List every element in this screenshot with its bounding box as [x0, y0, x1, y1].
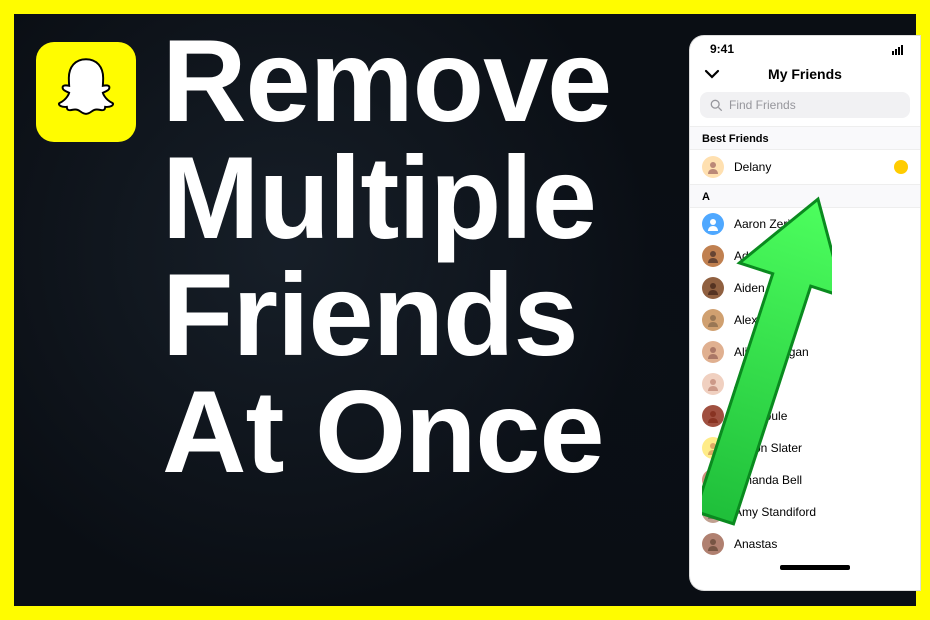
search-icon [710, 99, 723, 112]
friend-row[interactable]: Amy Standiford [690, 496, 920, 528]
avatar [702, 437, 724, 459]
friend-row[interactable]: Allie [690, 368, 920, 400]
thumbnail-frame: Remove Multiple Friends At Once 9:41 My … [0, 0, 930, 620]
friend-name: Amy Standiford [734, 505, 816, 519]
search-placeholder: Find Friends [729, 98, 796, 112]
friend-row[interactable]: Adam McDonald [690, 240, 920, 272]
avatar [702, 213, 724, 235]
friend-name: Allie [734, 377, 757, 391]
friend-name: Adam McDonald [734, 249, 823, 263]
friend-row[interactable]: Ally Soule [690, 400, 920, 432]
friend-row[interactable]: Alston Slater [690, 432, 920, 464]
friend-row[interactable]: Aiden Munez [690, 272, 920, 304]
status-time: 9:41 [710, 42, 734, 56]
back-chevron-icon[interactable] [704, 68, 720, 84]
friend-name: Aiden Munez [734, 281, 804, 295]
friend-row[interactable]: Alison Brogan [690, 336, 920, 368]
best-friend-badge-icon [894, 160, 908, 174]
avatar [702, 501, 724, 523]
avatar [702, 405, 724, 427]
friend-row[interactable]: Amanda Bell [690, 464, 920, 496]
search-input[interactable]: Find Friends [700, 92, 910, 118]
friend-name: Delany [734, 160, 771, 174]
avatar [702, 309, 724, 331]
avatar [702, 373, 724, 395]
friend-name: Anastas [734, 537, 777, 551]
section-best-friends: Best Friends [690, 126, 920, 150]
redaction-bar [780, 565, 850, 570]
avatar [702, 469, 724, 491]
headline-text: Remove Multiple Friends At Once [162, 22, 611, 490]
nav-header: My Friends [690, 58, 920, 92]
status-bar: 9:41 [690, 36, 920, 58]
friend-row[interactable]: Alex M [690, 304, 920, 336]
avatar [702, 277, 724, 299]
friend-name: Aaron Zeri [734, 217, 790, 231]
section-a: A [690, 184, 920, 208]
ghost-icon [47, 53, 125, 131]
friend-row[interactable]: Delany [690, 150, 920, 184]
friend-row[interactable]: Aaron Zeri [690, 208, 920, 240]
friend-name: Alston Slater [734, 441, 802, 455]
friend-name: Alison Brogan [734, 345, 809, 359]
avatar [702, 156, 724, 178]
friend-name: Ally Soule [734, 409, 787, 423]
phone-mockup: 9:41 My Friends Find Friends Best Friend… [690, 36, 920, 590]
avatar [702, 533, 724, 555]
friend-name: Amanda Bell [734, 473, 802, 487]
avatar [702, 341, 724, 363]
friend-row[interactable]: Anastas [690, 528, 920, 560]
page-title: My Friends [768, 66, 842, 82]
avatar [702, 245, 724, 267]
snapchat-logo [36, 42, 136, 142]
friend-name: Alex M [734, 313, 771, 327]
signal-icon [892, 45, 906, 55]
status-indicators [892, 42, 906, 56]
